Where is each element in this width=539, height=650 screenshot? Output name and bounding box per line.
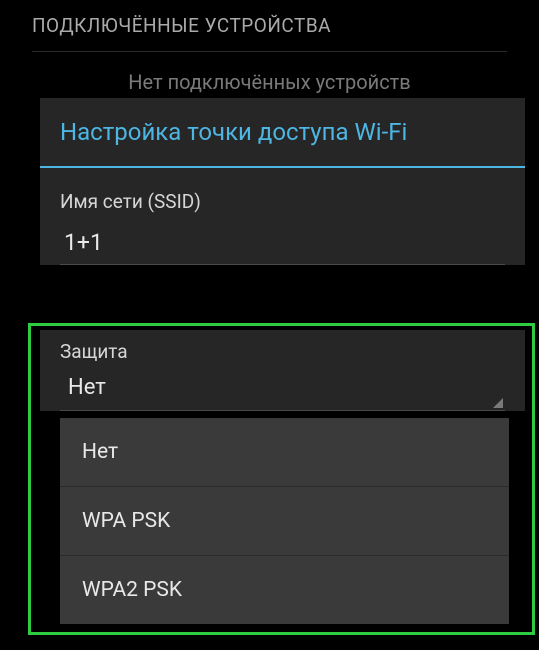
dropdown-option-wpa2-psk[interactable]: WPA2 PSK — [60, 556, 509, 624]
no-devices-message: Нет подключённых устройств — [0, 60, 539, 98]
page-title: ПОДКЛЮЧЁННЫЕ УСТРОЙСТВА — [32, 14, 331, 37]
security-label: Защита — [60, 340, 505, 363]
page-header: ПОДКЛЮЧЁННЫЕ УСТРОЙСТВА — [0, 0, 539, 51]
ssid-field-group: Имя сети (SSID) — [40, 190, 525, 265]
header-divider — [32, 51, 507, 52]
ssid-input[interactable] — [60, 223, 505, 265]
dropdown-triangle-icon — [493, 398, 503, 408]
security-dropdown: Нет WPA PSK WPA2 PSK — [60, 418, 509, 624]
dropdown-option-wpa-psk[interactable]: WPA PSK — [60, 487, 509, 556]
security-selected-value: Нет — [68, 375, 106, 400]
security-section: Защита Нет — [40, 330, 525, 411]
security-select[interactable]: Нет — [60, 371, 505, 411]
dialog-title: Настройка точки доступа Wi-Fi — [40, 98, 525, 166]
wifi-settings-dialog: Настройка точки доступа Wi-Fi Имя сети (… — [40, 98, 525, 265]
ssid-label: Имя сети (SSID) — [60, 190, 505, 213]
security-inner: Защита Нет — [40, 330, 525, 411]
dropdown-option-none[interactable]: Нет — [60, 418, 509, 487]
dialog-title-underline — [40, 166, 525, 168]
